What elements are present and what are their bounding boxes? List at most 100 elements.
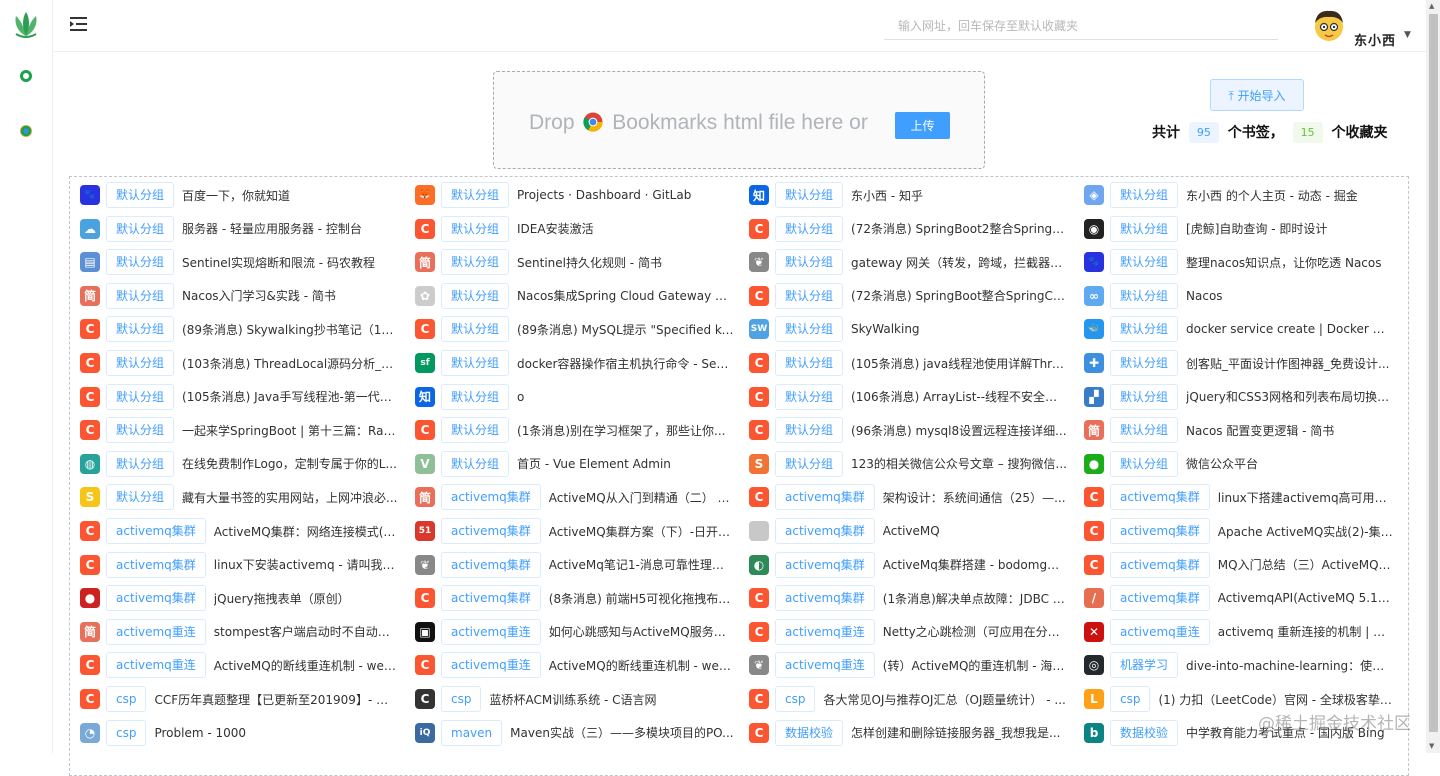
scrollbar-thumb[interactable] xyxy=(1429,14,1438,732)
folder-tag[interactable]: activemq集群 xyxy=(775,518,875,544)
bookmark-item[interactable]: C 默认分组 (89条消息) Skywalking抄书笔记（1）-... xyxy=(80,314,399,344)
bookmark-title[interactable]: (8条消息) 前端H5可视化拖拽布局... xyxy=(549,590,734,607)
bookmark-item[interactable]: 知默认分组 东小西 - 知乎 xyxy=(749,180,923,210)
bookmark-title[interactable]: MQ入门总结（三）ActiveMQ的用... xyxy=(1218,556,1393,573)
bookmark-title[interactable]: 服务器 - 轻量应用服务器 - 控制台 xyxy=(182,220,362,237)
bookmark-item[interactable]: sf 默认分组 docker容器操作宿主机执行命令 - Seg... xyxy=(415,348,734,378)
bookmark-item[interactable]: ✿ 默认分组 Nacos集成Spring Cloud Gateway 基... xyxy=(415,281,734,311)
bookmark-item[interactable]: Ccsp 各大常见OJ与推荐OJ汇总（OJ题量统计） - ... xyxy=(749,684,1066,714)
bookmark-title[interactable]: (105条消息) Java手写线程池-第一代（... xyxy=(182,388,399,405)
folder-tag[interactable]: maven xyxy=(441,719,503,746)
bookmark-item[interactable]: ✕ activemq重连 activemq 重新连接的机制 | 学步园 xyxy=(1084,617,1393,647)
bookmark-title[interactable]: (72条消息) SpringBoot整合SpringClou... xyxy=(851,287,1068,304)
bookmark-item[interactable]: activemq集群 ActiveMQ xyxy=(749,516,940,546)
bookmark-item[interactable]: C 默认分组 IDEA安装激活 xyxy=(415,214,594,244)
bookmark-title[interactable]: ActiveMQ从入门到精通（二） - ... xyxy=(549,489,734,506)
bookmark-item[interactable]: 简 activemq重连 stompest客户端启动时不自动重连... xyxy=(80,617,399,647)
bookmark-item[interactable]: S 默认分组 藏有大量书签的实用网站，上网冲浪必... xyxy=(80,482,397,512)
bookmark-item[interactable]: 简默认分组 Sentinel持久化规则 - 简书 xyxy=(415,247,662,277)
bookmark-title[interactable]: ActiveMq集群搭建 - bodomg的个... xyxy=(883,556,1068,573)
menu-toggle-icon[interactable] xyxy=(70,16,88,32)
app-logo-icon[interactable] xyxy=(10,8,42,40)
folder-tag[interactable]: activemq集群 xyxy=(1110,518,1210,544)
folder-tag[interactable]: 默认分组 xyxy=(775,350,844,376)
bookmark-title[interactable]: ActiveMq笔记1-消息可靠性理论 - ... xyxy=(549,556,734,573)
bookmark-title[interactable]: Projects · Dashboard · GitLab xyxy=(517,188,691,202)
bookmark-title[interactable]: jQuery拖拽表单（原创） xyxy=(214,590,350,607)
bookmark-item[interactable]: Cactivemq集群 (8条消息) 前端H5可视化拖拽布局... xyxy=(415,583,734,613)
bookmark-item[interactable]: Cactivemq集群 linux下安装activemq - 请叫我猿叔... xyxy=(80,550,399,580)
bookmark-title[interactable]: (96条消息) mysql8设置远程连接详细... xyxy=(851,422,1067,439)
bookmark-title[interactable]: docker容器操作宿主机执行命令 - Seg... xyxy=(517,355,734,372)
folder-tag[interactable]: activemq集群 xyxy=(106,585,206,612)
bookmark-item[interactable]: ◍ 默认分组 在线免费制作Logo，定制专属于你的L... xyxy=(80,449,397,479)
folder-tag[interactable]: csp xyxy=(106,686,147,712)
folder-tag[interactable]: 默认分组 xyxy=(106,484,175,511)
bookmark-title[interactable]: Nacos入门学习&实践 - 简书 xyxy=(182,287,336,304)
folder-tag[interactable]: 默认分组 xyxy=(775,282,844,309)
bookmark-item[interactable]: ☁ 默认分组 服务器 - 轻量应用服务器 - 控制台 xyxy=(80,214,362,244)
bookmarks-nav-icon[interactable] xyxy=(20,70,32,82)
bookmark-item[interactable]: 🐳 默认分组 docker service create | Docker Docu… xyxy=(1084,314,1393,344)
bookmark-item[interactable]: ▞ 默认分组 jQuery和CSS3网格和列表布局切换动... xyxy=(1084,382,1393,412)
bookmark-title[interactable]: (转）ActiveMQ的重连机制 - 海上... xyxy=(883,657,1068,674)
bookmark-title[interactable]: linux下安装activemq - 请叫我猿叔... xyxy=(214,556,399,573)
bookmark-title[interactable]: Nacos xyxy=(1186,289,1223,303)
username[interactable]: 东小西 xyxy=(1354,30,1396,49)
folder-tag[interactable]: 默认分组 xyxy=(106,350,175,376)
bookmark-title[interactable]: Netty之心跳检测（可应用在分布... xyxy=(883,623,1068,640)
bookmark-item[interactable]: 简默认分组 Nacos入门学习&实践 - 简书 xyxy=(80,281,336,311)
folder-tag[interactable]: csp xyxy=(106,719,147,746)
bookmark-title[interactable]: 怎样创建和删除链接服务器_我想我是... xyxy=(851,724,1060,741)
url-input[interactable] xyxy=(884,12,1278,40)
bookmark-title[interactable]: (72条消息) SpringBoot2整合SpringBoot... xyxy=(851,220,1068,237)
bookmark-item[interactable]: C 默认分组 (1条消息)别在学习框架了，那些让你... xyxy=(415,415,725,445)
folder-tag[interactable]: 默认分组 xyxy=(441,383,510,410)
avatar[interactable] xyxy=(1312,8,1346,44)
bookmark-title[interactable]: 如何心跳感知与ActiveMQ服务器... xyxy=(549,623,734,640)
bookmark-title[interactable]: dive-into-machine-learning：使用Pyth... xyxy=(1186,657,1393,674)
folder-tag[interactable]: 默认分组 xyxy=(106,282,175,309)
bookmark-item[interactable]: 51 activemq集群 ActiveMQ集群方案（下）-日开水-... xyxy=(415,516,734,546)
scroll-down-icon[interactable]: ▼ xyxy=(1429,742,1434,750)
bookmark-title[interactable]: Apache ActiveMQ实战(2)-集群 - li... xyxy=(1218,523,1393,540)
bookmark-item[interactable]: ◎ 机器学习 dive-into-machine-learning：使用Pyth..… xyxy=(1084,650,1393,680)
bookmark-item[interactable]: Ccsp 蓝桥杯ACM训练系统 - C语言网 xyxy=(415,684,657,714)
folder-tag[interactable]: 默认分组 xyxy=(775,182,844,208)
folder-tag[interactable]: 默认分组 xyxy=(1110,417,1179,444)
bookmark-item[interactable]: C 默认分组 一起来学SpringBoot | 第十三篇：Rab... xyxy=(80,415,399,445)
folder-tag[interactable]: activemq重连 xyxy=(1110,618,1210,645)
bookmark-item[interactable]: Cactivemq集群 架构设计：系统间通信（25）—... xyxy=(749,482,1066,512)
bookmark-item[interactable]: C 默认分组 (72条消息) SpringBoot整合SpringClou... xyxy=(749,281,1068,311)
bookmark-item[interactable]: ● 默认分组 微信公众平台 xyxy=(1084,449,1258,479)
folder-tag[interactable]: 默认分组 xyxy=(106,450,175,477)
bookmark-item[interactable]: ∞ 默认分组 Nacos xyxy=(1084,281,1223,311)
bookmark-title[interactable]: 整理nacos知识点，让你吃透 Nacos xyxy=(1186,254,1382,271)
bookmark-item[interactable]: 简 activemq集群 ActiveMQ从入门到精通（二） - ... xyxy=(415,482,734,512)
bookmark-item[interactable]: Cactivemq集群 Apache ActiveMQ实战(2)-集群 - li.… xyxy=(1084,516,1393,546)
folder-tag[interactable]: activemq重连 xyxy=(106,618,206,645)
scroll-up-icon[interactable]: ▲ xyxy=(1429,2,1434,10)
bookmark-title[interactable]: (106条消息) ArrayList--线程不安全的... xyxy=(851,388,1068,405)
bookmark-title[interactable]: Sentinel持久化规则 - 简书 xyxy=(517,254,662,271)
chevron-down-icon[interactable]: ▼ xyxy=(1404,30,1411,40)
folder-tag[interactable]: 默认分组 xyxy=(775,249,844,276)
folder-tag[interactable]: activemq集群 xyxy=(106,551,206,578)
bookmark-item[interactable]: S 默认分组 123的相关微信公众号文章 – 搜狗微信... xyxy=(749,449,1067,479)
folder-tag[interactable]: 默认分组 xyxy=(1110,282,1179,309)
folder-tag[interactable]: 默认分组 xyxy=(1110,350,1179,376)
bookmark-item[interactable]: ❦ activemq重连 (转）ActiveMQ的重连机制 - 海上... xyxy=(749,650,1068,680)
bookmark-item[interactable]: ▤ 默认分组 Sentinel实现熔断和限流 - 码农教程 xyxy=(80,247,375,277)
bookmark-item[interactable]: iQ maven Maven实战（三）——多模块项目的PO... xyxy=(415,718,734,748)
upload-button[interactable]: 上传 xyxy=(895,112,950,139)
folder-tag[interactable]: 默认分组 xyxy=(441,450,510,477)
bookmark-title[interactable]: 东小西 - 知乎 xyxy=(851,187,923,204)
bookmark-title[interactable]: (1) 力扣（LeetCode）官网 - 全球极客挚爱... xyxy=(1158,691,1393,708)
folder-tag[interactable]: 默认分组 xyxy=(441,417,510,444)
bookmark-title[interactable]: Maven实战（三）——多模块项目的PO... xyxy=(510,724,733,741)
folder-tag[interactable]: 默认分组 xyxy=(106,249,175,276)
bookmark-item[interactable]: ❦ activemq集群 ActiveMq笔记1-消息可靠性理论 - ... xyxy=(415,550,734,580)
bookmark-item[interactable]: Cactivemq重连 Netty之心跳检测（可应用在分布... xyxy=(749,617,1068,647)
bookmark-title[interactable]: ActiveMQ的断线重连机制 - weixin... xyxy=(214,657,399,674)
bookmark-item[interactable]: C 默认分组 (103条消息) ThreadLocal源码分析_Yu... xyxy=(80,348,399,378)
